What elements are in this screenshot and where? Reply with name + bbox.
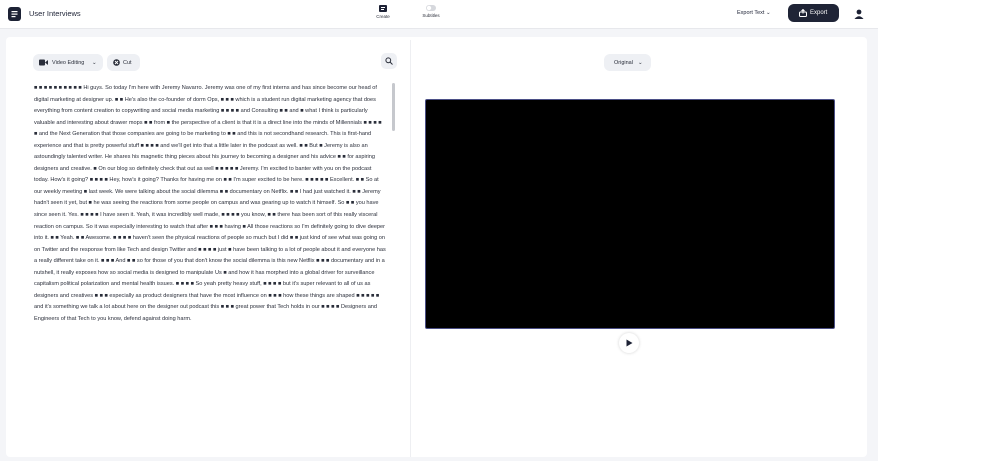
original-dropdown[interactable]: Original ⌄ bbox=[604, 54, 651, 71]
app-window: User Interviews Create Subtitles Export … bbox=[0, 0, 878, 461]
scrollbar-thumb[interactable] bbox=[392, 83, 395, 131]
search-icon bbox=[385, 57, 393, 65]
play-icon bbox=[626, 339, 633, 347]
camera-icon bbox=[39, 59, 48, 66]
transcript-scrollbar[interactable] bbox=[392, 83, 396, 375]
app-logo-icon[interactable] bbox=[8, 7, 21, 21]
export-icon bbox=[799, 9, 807, 17]
play-button[interactable] bbox=[619, 333, 639, 353]
mode-subtitles[interactable]: Subtitles bbox=[419, 5, 443, 18]
export-label: Export bbox=[810, 10, 828, 16]
export-text-dropdown[interactable]: Export Text ⌄ bbox=[737, 10, 771, 16]
video-preview[interactable] bbox=[425, 99, 835, 329]
chevron-down-icon: ⌄ bbox=[92, 59, 97, 66]
mode-subtitles-label: Subtitles bbox=[422, 13, 440, 18]
cut-icon bbox=[113, 59, 120, 66]
export-text-label: Export Text bbox=[737, 10, 765, 16]
cut-label: Cut bbox=[123, 59, 132, 66]
mode-create[interactable]: Create bbox=[374, 5, 392, 19]
user-icon bbox=[854, 9, 864, 19]
transcript-text[interactable]: ■ ■ ■ ■ ■ ■ ■ ■ ■ ■ Hi guys. So today I'… bbox=[34, 83, 386, 375]
mode-create-label: Create bbox=[376, 14, 390, 19]
chevron-down-icon: ⌄ bbox=[765, 10, 771, 16]
top-bar: User Interviews Create Subtitles Export … bbox=[0, 0, 878, 29]
chevron-down-icon: ⌄ bbox=[638, 59, 643, 66]
toggle-icon bbox=[426, 5, 436, 11]
panel-divider bbox=[410, 40, 411, 457]
create-icon bbox=[379, 5, 387, 12]
export-button[interactable]: Export bbox=[788, 4, 839, 22]
video-editing-dropdown[interactable]: Video Editing ⌄ bbox=[33, 54, 103, 71]
user-menu[interactable] bbox=[853, 7, 865, 19]
original-label: Original bbox=[614, 59, 633, 66]
search-button[interactable] bbox=[381, 53, 397, 69]
video-editing-label: Video Editing bbox=[52, 59, 85, 66]
cut-button[interactable]: Cut bbox=[107, 54, 140, 71]
document-title[interactable]: User Interviews bbox=[29, 9, 81, 18]
